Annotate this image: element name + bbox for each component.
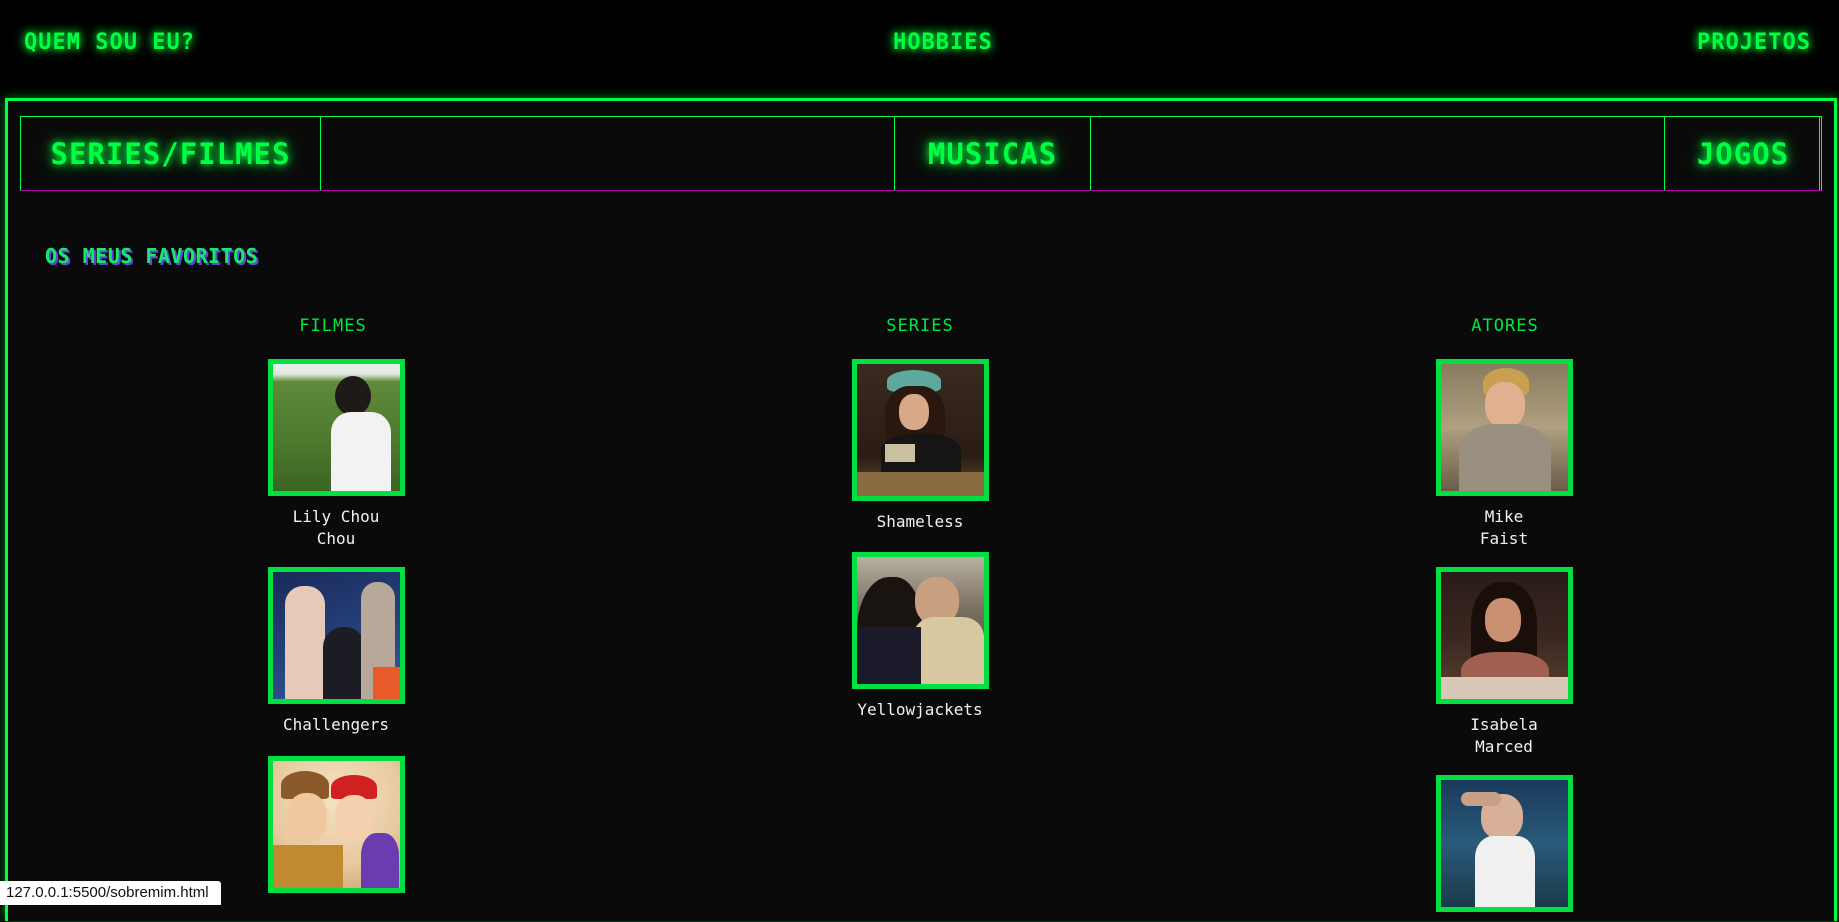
favorite-card-isabela-marced: Isabela Marced <box>1404 567 1604 758</box>
tab-musicas-label: MUSICAS <box>927 136 1058 171</box>
nav-link-projetos[interactable]: PROJETOS <box>1697 30 1811 55</box>
nav-link-hobbies[interactable]: HOBBIES <box>893 30 993 55</box>
caption-mike-faist: Mike Faist <box>1479 507 1529 548</box>
favorite-card-challengers: Challengers <box>236 567 436 736</box>
favorite-card-actor-3 <box>1404 775 1604 922</box>
poster-challengers[interactable] <box>267 567 405 704</box>
photo-isabela-marced[interactable] <box>1435 567 1573 704</box>
caption-isabela-marced: Isabela Marced <box>1470 715 1538 756</box>
column-heading-atores: ATORES <box>1471 316 1539 336</box>
caption-lily-chou-chou: Lily Chou Chou <box>292 507 380 548</box>
favorite-card-toy-story <box>236 756 436 903</box>
tab-musicas[interactable]: MUSICAS <box>894 116 1091 191</box>
favorites-title: OS MEUS FAVORITOS <box>45 244 259 268</box>
tab-jogos[interactable]: JOGOS <box>1664 116 1822 191</box>
favorite-card-lily-chou-chou: Lily Chou Chou <box>236 359 436 550</box>
category-tabs: SERIES/FILMES MUSICAS JOGOS <box>20 116 1822 191</box>
favorite-card-shameless: Shameless <box>820 359 1020 533</box>
column-heading-filmes: FILMES <box>299 316 367 336</box>
tab-series-filmes-label: SERIES/FILMES <box>50 136 291 171</box>
favorite-card-mike-faist: Mike Faist <box>1404 359 1604 550</box>
column-heading-series: SERIES <box>886 316 954 336</box>
poster-yellowjackets[interactable] <box>851 552 989 689</box>
favorite-card-yellowjackets: Yellowjackets <box>820 552 1020 721</box>
caption-challengers: Challengers <box>283 715 389 734</box>
caption-shameless: Shameless <box>876 512 964 531</box>
tab-jogos-label: JOGOS <box>1696 136 1790 171</box>
status-bar-url: 127.0.0.1:5500/sobremim.html <box>0 881 221 905</box>
poster-toy-story[interactable] <box>267 756 405 893</box>
tab-series-filmes[interactable]: SERIES/FILMES <box>20 116 321 191</box>
caption-yellowjackets: Yellowjackets <box>857 700 983 719</box>
photo-mike-faist[interactable] <box>1435 359 1573 496</box>
nav-link-quem-sou-eu[interactable]: QUEM SOU EU? <box>24 30 195 55</box>
top-navigation: QUEM SOU EU? HOBBIES PROJETOS <box>0 0 1839 98</box>
photo-actor-3[interactable] <box>1435 775 1573 912</box>
poster-lily-chou-chou[interactable] <box>267 359 405 496</box>
poster-shameless[interactable] <box>851 359 989 501</box>
